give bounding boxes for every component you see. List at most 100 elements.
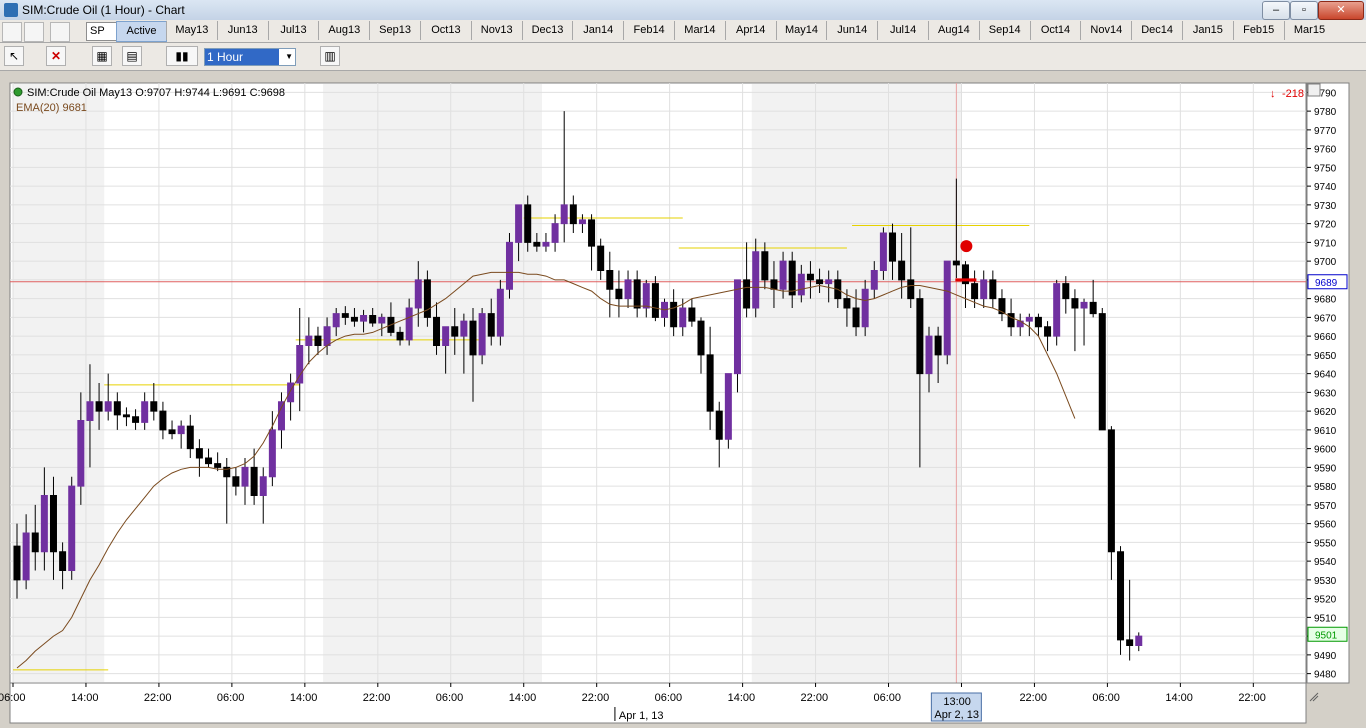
tab-mar14[interactable]: Mar14 (674, 21, 725, 40)
candle-body (86, 401, 94, 421)
candle-body (478, 313, 486, 356)
window-title: SIM:Crude Oil (1 Hour) - Chart (22, 3, 185, 17)
print-icon[interactable] (24, 22, 44, 42)
candle-body (186, 425, 194, 450)
chart-icon[interactable] (2, 22, 22, 42)
tab-may14[interactable]: May14 (775, 21, 827, 40)
y-tick-label: 9560 (1314, 520, 1337, 531)
x-tick-label: 06:00 (217, 692, 245, 704)
tab-jun13[interactable]: Jun13 (216, 21, 268, 40)
candle-body (68, 485, 76, 571)
candle-body (259, 476, 267, 496)
candle-body (898, 260, 906, 281)
candle-body (159, 410, 167, 431)
x-tick-label: 22:00 (144, 692, 172, 704)
candle-body (150, 401, 158, 412)
maximize-button[interactable]: ▫ (1290, 1, 1318, 20)
candle-body (825, 279, 833, 285)
instrument-status-icon (13, 87, 23, 97)
candle-body (442, 326, 450, 346)
tab-feb14[interactable]: Feb14 (623, 21, 674, 40)
minimize-button[interactable]: – (1262, 1, 1290, 20)
resize-grip-icon[interactable] (1309, 692, 1319, 702)
candle-body (861, 288, 869, 328)
tab-apr14[interactable]: Apr14 (724, 21, 776, 40)
y-tick-label: 9670 (1314, 313, 1337, 324)
tab-may13[interactable]: May13 (166, 21, 217, 40)
close-button[interactable]: ✕ (1318, 1, 1364, 20)
candle-body (378, 316, 386, 324)
delete-icon[interactable]: ✕ (46, 46, 66, 66)
tab-dec14[interactable]: Dec14 (1131, 21, 1182, 40)
candle-body (797, 273, 805, 296)
candle-body (469, 320, 477, 356)
candle-body (1117, 551, 1125, 641)
tab-aug14[interactable]: Aug14 (928, 21, 979, 40)
axis-lock-icon[interactable] (1307, 83, 1321, 97)
candle-body (31, 532, 39, 553)
indicators-icon[interactable]: ▤ (122, 46, 142, 66)
candle-body (843, 298, 851, 309)
candle-body (405, 307, 413, 341)
tab-sep13[interactable]: Sep13 (369, 21, 420, 40)
tab-feb15[interactable]: Feb15 (1232, 21, 1284, 40)
x-tick-label: 14:00 (71, 692, 99, 704)
chart-toolbar: ↖ ✕ ▦ ▤ ▮▮ 1 Hour ▼ ▥ (0, 43, 1366, 71)
candle-body (104, 401, 112, 412)
properties-icon[interactable]: ▥ (320, 46, 340, 66)
candle-body (971, 283, 979, 300)
y-tick-label: 9730 (1314, 201, 1337, 212)
period-select[interactable]: 1 Hour ▼ (204, 48, 296, 66)
tab-oct13[interactable]: Oct13 (420, 21, 471, 40)
x-tick-label: 06:00 (655, 692, 683, 704)
data-series-icon[interactable]: ▦ (92, 46, 112, 66)
cursor-tool-icon[interactable]: ↖ (4, 46, 24, 66)
candle-body (141, 401, 149, 423)
x-tick-label: 06:00 (436, 692, 464, 704)
symbol-select[interactable]: SP (86, 22, 117, 41)
candle-body (542, 241, 550, 247)
y-tick-label: 9680 (1314, 295, 1337, 306)
tab-jul13[interactable]: Jul13 (267, 21, 319, 40)
tab-jan14[interactable]: Jan14 (572, 21, 624, 40)
candle-body (1034, 316, 1042, 328)
tab-jul14[interactable]: Jul14 (877, 21, 928, 40)
session-shade (13, 84, 105, 682)
candle-body (761, 251, 769, 281)
y-tick-label: 9570 (1314, 501, 1337, 512)
candle-body (916, 298, 924, 375)
candle-body (195, 448, 203, 459)
x-tick-label: 22:00 (1019, 692, 1047, 704)
tab-oct14[interactable]: Oct14 (1029, 21, 1081, 40)
y-tick-label: 9490 (1314, 651, 1337, 662)
tab-dec13[interactable]: Dec13 (521, 21, 573, 40)
candle-body (95, 401, 103, 412)
tab-mar15[interactable]: Mar15 (1283, 21, 1335, 40)
candle-body (49, 495, 57, 553)
candle-body (40, 495, 48, 553)
tab-aug13[interactable]: Aug13 (318, 21, 370, 40)
tab-jan15[interactable]: Jan15 (1182, 21, 1233, 40)
bar-type-icon[interactable]: ▮▮ (166, 46, 198, 66)
x-tick-label: 06:00 (1092, 692, 1120, 704)
tab-nov14[interactable]: Nov14 (1080, 21, 1132, 40)
price-chart[interactable]: SIM:Crude Oil May13 O:9707 H:9744 L:9691… (0, 71, 1366, 728)
candle-body (1080, 301, 1088, 309)
tab-jun14[interactable]: Jun14 (826, 21, 878, 40)
tab-sep14[interactable]: Sep14 (978, 21, 1030, 40)
session-shade (323, 84, 542, 682)
y-tick-label: 9530 (1314, 576, 1337, 587)
y-tick-label: 9520 (1314, 595, 1337, 606)
candle-body (423, 279, 431, 318)
x-tick-label: 22:00 (1238, 692, 1266, 704)
candle-body (1098, 313, 1106, 431)
candle-body (806, 273, 814, 281)
candle-body (597, 245, 605, 271)
title-bar: SIM:Crude Oil (1 Hour) - Chart – ▫ ✕ (0, 0, 1366, 21)
tab-active[interactable]: Active (116, 21, 167, 42)
instrument-icon[interactable] (50, 22, 70, 42)
tab-nov13[interactable]: Nov13 (470, 21, 522, 40)
candle-body (396, 331, 404, 341)
x-tick-label: 14:00 (509, 692, 537, 704)
y-tick-label: 9630 (1314, 388, 1337, 399)
